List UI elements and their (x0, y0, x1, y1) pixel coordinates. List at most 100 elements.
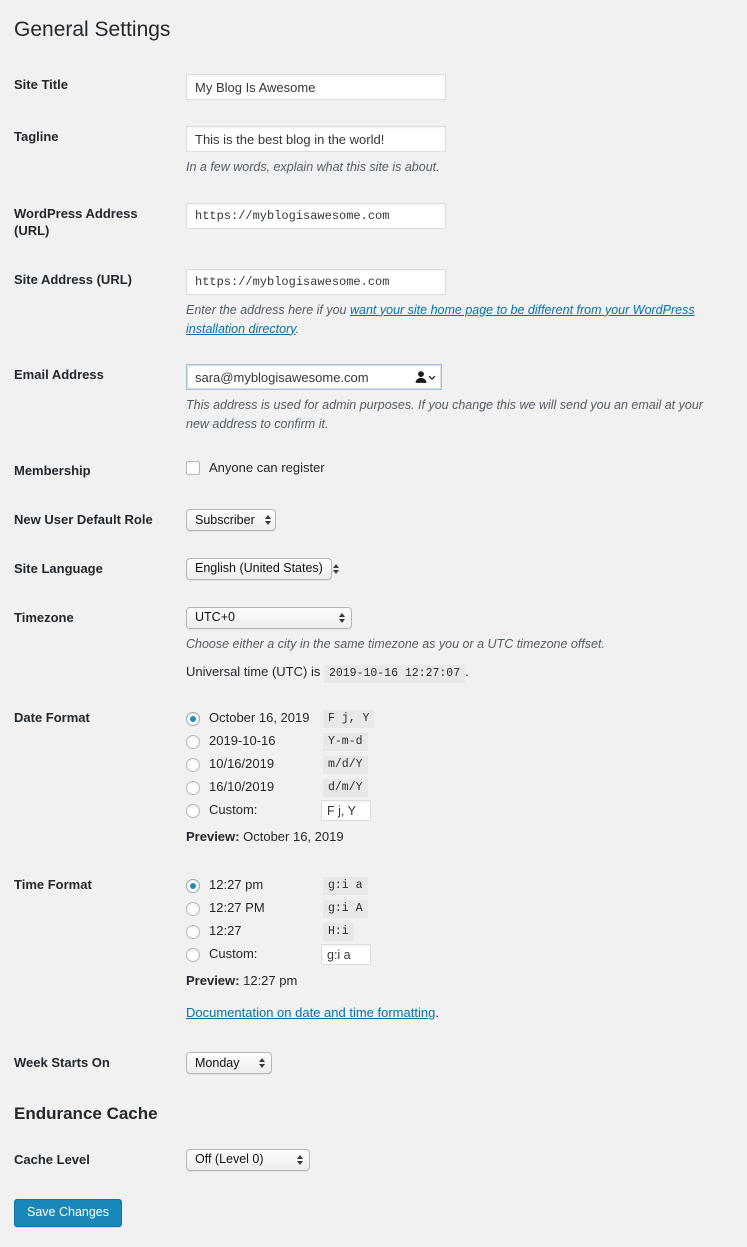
time-format-option-label: 12:27 PM (209, 900, 265, 916)
date-format-radio[interactable] (186, 780, 200, 795)
time-format-radio[interactable] (186, 878, 200, 893)
time-format-custom-radio[interactable] (186, 947, 200, 962)
timezone-description: Choose either a city in the same timezon… (186, 636, 605, 651)
documentation-suffix: . (435, 1005, 439, 1021)
label-site-language: Site Language (14, 560, 103, 576)
label-site-title: Site Title (14, 77, 68, 93)
stepper-arrows-icon (297, 1154, 303, 1165)
cell-email-address: This address is used for admin purposes.… (186, 351, 733, 447)
time-format-option[interactable]: 12:27 H:i (186, 920, 723, 943)
label-week-starts-on: Week Starts On (14, 1054, 110, 1070)
date-time-documentation-link[interactable]: Documentation on date and time formattin… (186, 1005, 435, 1020)
general-settings-form: Site Title Tagline In a few words, expla… (14, 61, 733, 1184)
time-format-code: g:i A (323, 899, 368, 918)
cell-tagline: In a few words, explain what this site i… (186, 113, 733, 190)
row-membership: Membership Anyone can register (14, 447, 733, 496)
save-changes-button[interactable]: Save Changes (14, 1198, 123, 1227)
cell-week-starts-on: Monday (186, 1039, 733, 1088)
date-format-option-label: 2019-10-16 (209, 733, 276, 749)
stepper-arrows-icon (264, 514, 271, 525)
row-timezone: Timezone UTC+0 Choose either a city in t… (14, 594, 733, 697)
label-tagline: Tagline (14, 129, 59, 145)
row-wordpress-address: WordPress Address (URL) (14, 190, 733, 256)
date-format-code: d/m/Y (323, 778, 368, 797)
settings-page: General Settings Site Title Tagline In a… (0, 0, 747, 1247)
cell-site-address: Enter the address here if you want your … (186, 256, 733, 352)
submit-area: Save Changes (14, 1185, 733, 1247)
time-format-custom-input[interactable] (321, 944, 371, 966)
tagline-input[interactable] (186, 126, 446, 153)
endurance-cache-title: Endurance Cache (14, 1103, 158, 1123)
cache-level-value: Off (Level 0) (195, 1152, 264, 1167)
date-preview-value: October 16, 2019 (243, 829, 344, 845)
cell-wordpress-address (186, 190, 733, 256)
email-address-input[interactable] (186, 364, 442, 391)
date-format-radio[interactable] (186, 734, 200, 749)
date-format-radio-group: October 16, 2019 F j, Y 2019-10-16 Y-m-d… (186, 707, 723, 822)
membership-checkbox-row[interactable]: Anyone can register (186, 460, 723, 477)
row-email-address: Email Address sara@myblogisawesome.com T… (14, 351, 733, 447)
endurance-cache-heading-cell: Endurance Cache (14, 1088, 733, 1136)
label-wordpress-address: WordPress Address (URL) (14, 206, 138, 238)
label-cache-level: Cache Level (14, 1151, 90, 1167)
universal-time-suffix: . (465, 664, 469, 680)
email-field-holder (186, 364, 442, 391)
date-format-option[interactable]: 10/16/2019 m/d/Y (186, 753, 723, 776)
time-format-option-label: 12:27 (209, 923, 242, 939)
label-timezone: Timezone (14, 609, 74, 625)
date-format-custom-radio[interactable] (186, 803, 200, 818)
row-site-address: Site Address (URL) Enter the address her… (14, 256, 733, 352)
time-format-code: H:i (323, 922, 354, 941)
date-format-custom-label: Custom: (209, 802, 258, 818)
date-format-radio[interactable] (186, 711, 200, 726)
row-endurance-cache-heading: Endurance Cache (14, 1088, 733, 1136)
date-format-option[interactable]: 2019-10-16 Y-m-d (186, 730, 723, 753)
date-format-radio[interactable] (186, 757, 200, 772)
date-format-code: Y-m-d (323, 732, 368, 751)
site-language-value: English (United States) (195, 561, 323, 576)
time-format-code: g:i a (323, 876, 368, 895)
page-title: General Settings (14, 18, 171, 41)
stepper-arrows-icon (259, 1057, 265, 1068)
date-format-option-label: 16/10/2019 (209, 779, 275, 795)
person-autofill-icon[interactable] (415, 371, 436, 384)
time-preview-value: 12:27 pm (243, 973, 298, 989)
date-format-code: m/d/Y (323, 755, 368, 774)
week-starts-on-select[interactable]: Monday (186, 1051, 272, 1074)
anyone-can-register-checkbox[interactable] (186, 461, 200, 476)
label-default-role: New User Default Role (14, 511, 153, 527)
date-format-code: F j, Y (323, 709, 375, 728)
row-date-format: Date Format October 16, 2019 F j, Y 2019… (14, 696, 733, 863)
wordpress-address-input[interactable] (186, 203, 446, 230)
time-format-option[interactable]: 12:27 pm g:i a (186, 874, 723, 897)
label-date-format: Date Format (14, 710, 90, 726)
site-address-description: Enter the address here if you want your … (186, 301, 723, 339)
label-membership: Membership (14, 462, 91, 478)
date-format-preview: Preview: October 16, 2019 (186, 829, 723, 846)
time-format-radio[interactable] (186, 924, 200, 939)
time-preview-label: Preview: (186, 973, 240, 989)
default-role-value: Subscriber (195, 512, 255, 527)
date-format-custom-input[interactable] (321, 800, 371, 822)
date-format-option[interactable]: 16/10/2019 d/m/Y (186, 776, 723, 799)
cell-default-role: Subscriber (186, 496, 733, 545)
time-format-custom-option[interactable]: Custom: (186, 943, 723, 966)
email-address-description: This address is used for admin purposes.… (186, 398, 703, 432)
default-role-select[interactable]: Subscriber (186, 508, 276, 531)
tagline-description: In a few words, explain what this site i… (186, 160, 440, 175)
universal-time-value: 2019-10-16 12:27:07 (323, 665, 466, 684)
row-cache-level: Cache Level Off (Level 0) (14, 1136, 733, 1185)
date-format-option-label: 10/16/2019 (209, 756, 275, 772)
timezone-select[interactable]: UTC+0 (186, 606, 352, 629)
site-language-select[interactable]: English (United States) (186, 557, 339, 580)
time-format-radio[interactable] (186, 901, 200, 916)
date-format-option[interactable]: October 16, 2019 F j, Y (186, 707, 723, 730)
time-format-option[interactable]: 12:27 PM g:i A (186, 897, 723, 920)
site-title-input[interactable] (186, 74, 446, 101)
stepper-arrows-icon (332, 563, 339, 574)
cache-level-select[interactable]: Off (Level 0) (186, 1148, 310, 1171)
cell-timezone: UTC+0 Choose either a city in the same t… (186, 594, 733, 697)
timezone-value: UTC+0 (195, 610, 235, 625)
site-address-input[interactable] (186, 268, 446, 295)
date-format-custom-option[interactable]: Custom: (186, 799, 723, 822)
